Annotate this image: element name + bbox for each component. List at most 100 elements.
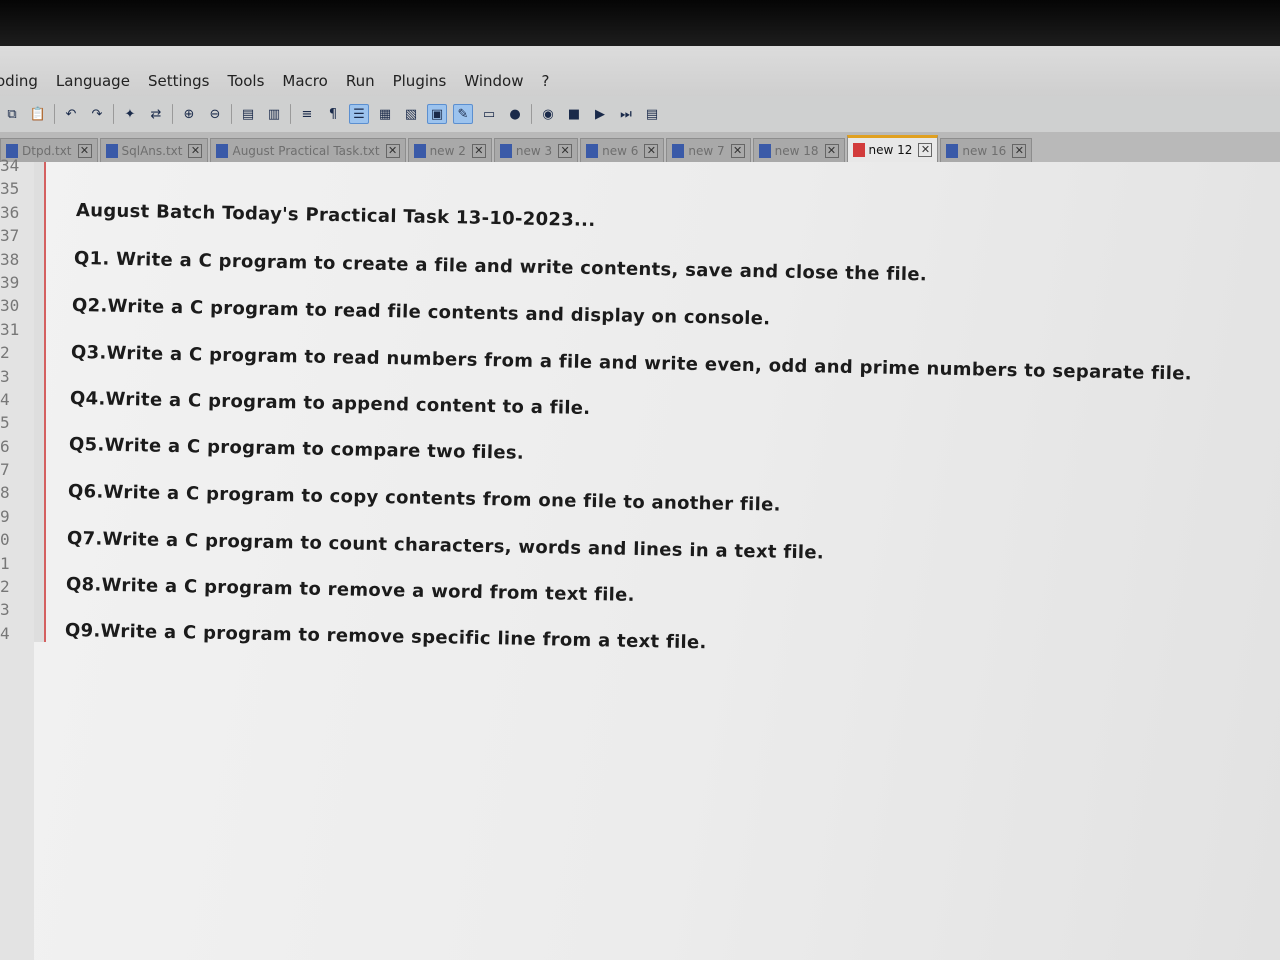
unsaved-file-icon [852, 143, 865, 157]
question-line: Q8.Write a C program to remove a word fr… [65, 574, 635, 606]
menu-run[interactable]: Run [346, 72, 375, 90]
language-icon[interactable]: ▦ [375, 104, 395, 124]
line-number: 4 [0, 623, 10, 643]
menu-encoding[interactable]: oding [0, 72, 38, 90]
question-line: Q9.Write a C program to remove specific … [64, 620, 707, 654]
tab-label: new 12 [868, 143, 913, 157]
menu-plugins[interactable]: Plugins [393, 72, 447, 90]
close-icon[interactable]: ✕ [385, 143, 400, 158]
close-icon[interactable]: ✕ [824, 143, 839, 158]
file-icon [216, 143, 229, 158]
close-icon[interactable]: ✕ [188, 143, 203, 158]
copy-icon[interactable]: ⧉ [2, 104, 22, 124]
close-icon[interactable]: ✕ [471, 143, 486, 158]
paste-icon[interactable]: 📋 [28, 104, 48, 124]
close-icon[interactable]: ✕ [1012, 143, 1027, 158]
save-macro-icon[interactable]: ▤ [642, 104, 662, 124]
tab-label: new 3 [515, 143, 553, 158]
replace-icon[interactable]: ⇄ [146, 104, 166, 124]
close-icon[interactable]: ✕ [730, 143, 745, 158]
menu-macro[interactable]: Macro [282, 72, 327, 90]
file-icon [672, 143, 685, 158]
close-icon[interactable]: ✕ [77, 143, 92, 158]
line-numbers: 34 35 36 37 38 39 30 31 2 3 4 5 6 7 8 9 0 1 2 3 4 [0, 156, 30, 647]
zoom-out-icon[interactable]: ⊖ [205, 104, 225, 124]
tab-3[interactable]: new 2 ✕ [407, 138, 492, 162]
folder-icon[interactable]: ▭ [479, 104, 499, 124]
question-line: Q3.Write a C program to read numbers fro… [70, 342, 1193, 385]
editor-area[interactable]: 34 35 36 37 38 39 30 31 2 3 4 5 6 7 8 9 0 1 2 3 4 August Bat… [0, 156, 1280, 960]
toolbar-separator [531, 104, 532, 124]
redo-icon[interactable]: ↷ [87, 104, 107, 124]
line-number: 30 [0, 296, 20, 316]
file-icon [758, 143, 771, 158]
line-number: 0 [0, 530, 10, 550]
file-icon [586, 143, 599, 158]
menu-settings[interactable]: Settings [148, 72, 210, 90]
tab-7[interactable]: new 18 ✕ [752, 138, 845, 162]
line-number: 7 [0, 460, 10, 480]
find-icon[interactable]: ✦ [120, 104, 140, 124]
close-icon[interactable]: ✕ [644, 143, 659, 158]
document-heading-line: August Batch Today's Practical Task 13-1… [75, 200, 596, 231]
question-line: Q7.Write a C program to count characters… [66, 528, 825, 564]
show-all-chars-icon[interactable]: ¶ [323, 104, 343, 124]
menu-language[interactable]: Language [56, 72, 130, 90]
tab-bar: Dtpd.txt ✕ SqlAns.txt ✕ August Practical T… [0, 132, 1280, 162]
line-number: 5 [0, 413, 10, 433]
line-number-gutter: 34 35 36 37 38 39 30 31 2 3 4 5 6 7 8 9 0 1 2 3 4 [0, 156, 34, 960]
toolbar-separator [290, 104, 291, 124]
tab-6[interactable]: new 7 ✕ [666, 138, 751, 162]
line-number: 39 [0, 272, 20, 292]
close-icon[interactable]: ✕ [918, 143, 933, 157]
zoom-in-icon[interactable]: ⊕ [179, 104, 199, 124]
tab-label: SqlAns.txt [121, 143, 183, 158]
line-number: 2 [0, 577, 10, 597]
tab-5[interactable]: new 6 ✕ [580, 138, 665, 162]
toolbar-separator [54, 104, 55, 124]
indent-guide-icon[interactable]: ☰ [349, 104, 369, 124]
tab-4[interactable]: new 3 ✕ [493, 138, 579, 162]
menu-window[interactable]: Window [464, 72, 523, 90]
question-line: Q6.Write a C program to copy contents fr… [67, 481, 781, 516]
sync-vertical-icon[interactable]: ▤ [238, 104, 258, 124]
tab-label: new 6 [602, 143, 639, 158]
menu-tools[interactable]: Tools [227, 72, 264, 90]
monitoring-icon[interactable]: ● [505, 104, 525, 124]
play-macro-icon[interactable]: ▶ [590, 104, 610, 124]
word-wrap-icon[interactable]: ≡ [297, 104, 317, 124]
record-macro-icon[interactable]: ◉ [538, 104, 558, 124]
close-icon[interactable]: ✕ [558, 143, 573, 158]
tab-9[interactable]: new 16 ✕ [940, 138, 1033, 162]
undo-icon[interactable]: ↶ [61, 104, 81, 124]
line-number: 8 [0, 483, 10, 503]
sync-horizontal-icon[interactable]: ▥ [264, 104, 284, 124]
menu-help[interactable]: ? [541, 72, 549, 90]
line-number: 3 [0, 600, 10, 620]
document-map-icon[interactable]: ▧ [401, 104, 421, 124]
line-number: 36 [0, 202, 20, 222]
line-number: 38 [0, 249, 20, 269]
line-number: 3 [0, 366, 10, 386]
file-icon [413, 143, 426, 158]
tab-1[interactable]: SqlAns.txt ✕ [99, 138, 209, 162]
toolbar-separator [172, 104, 173, 124]
toolbar-separator [231, 104, 232, 124]
folder-workspace-icon[interactable]: ✎ [453, 104, 473, 124]
monitor-bezel [0, 0, 1280, 46]
run-macro-multiple-icon[interactable]: ⏭ [616, 104, 636, 124]
tab-label: new 18 [774, 143, 819, 158]
question-line: Q4.Write a C program to append content t… [69, 388, 591, 419]
tab-label: new 16 [962, 143, 1007, 158]
menu-bar: oding Language Settings Tools Macro Run … [0, 46, 1280, 96]
line-number: 2 [0, 343, 10, 363]
tab-label: new 2 [429, 143, 466, 158]
question-line: Q5.Write a C program to compare two file… [68, 434, 525, 464]
line-number: 9 [0, 506, 10, 526]
line-number: 37 [0, 226, 20, 246]
tab-8-active[interactable]: new 12 ✕ [846, 135, 939, 162]
tab-2[interactable]: August Practical Task.txt ✕ [210, 138, 406, 162]
file-icon [105, 143, 118, 158]
stop-macro-icon[interactable]: ■ [564, 104, 584, 124]
function-list-icon[interactable]: ▣ [427, 104, 447, 124]
